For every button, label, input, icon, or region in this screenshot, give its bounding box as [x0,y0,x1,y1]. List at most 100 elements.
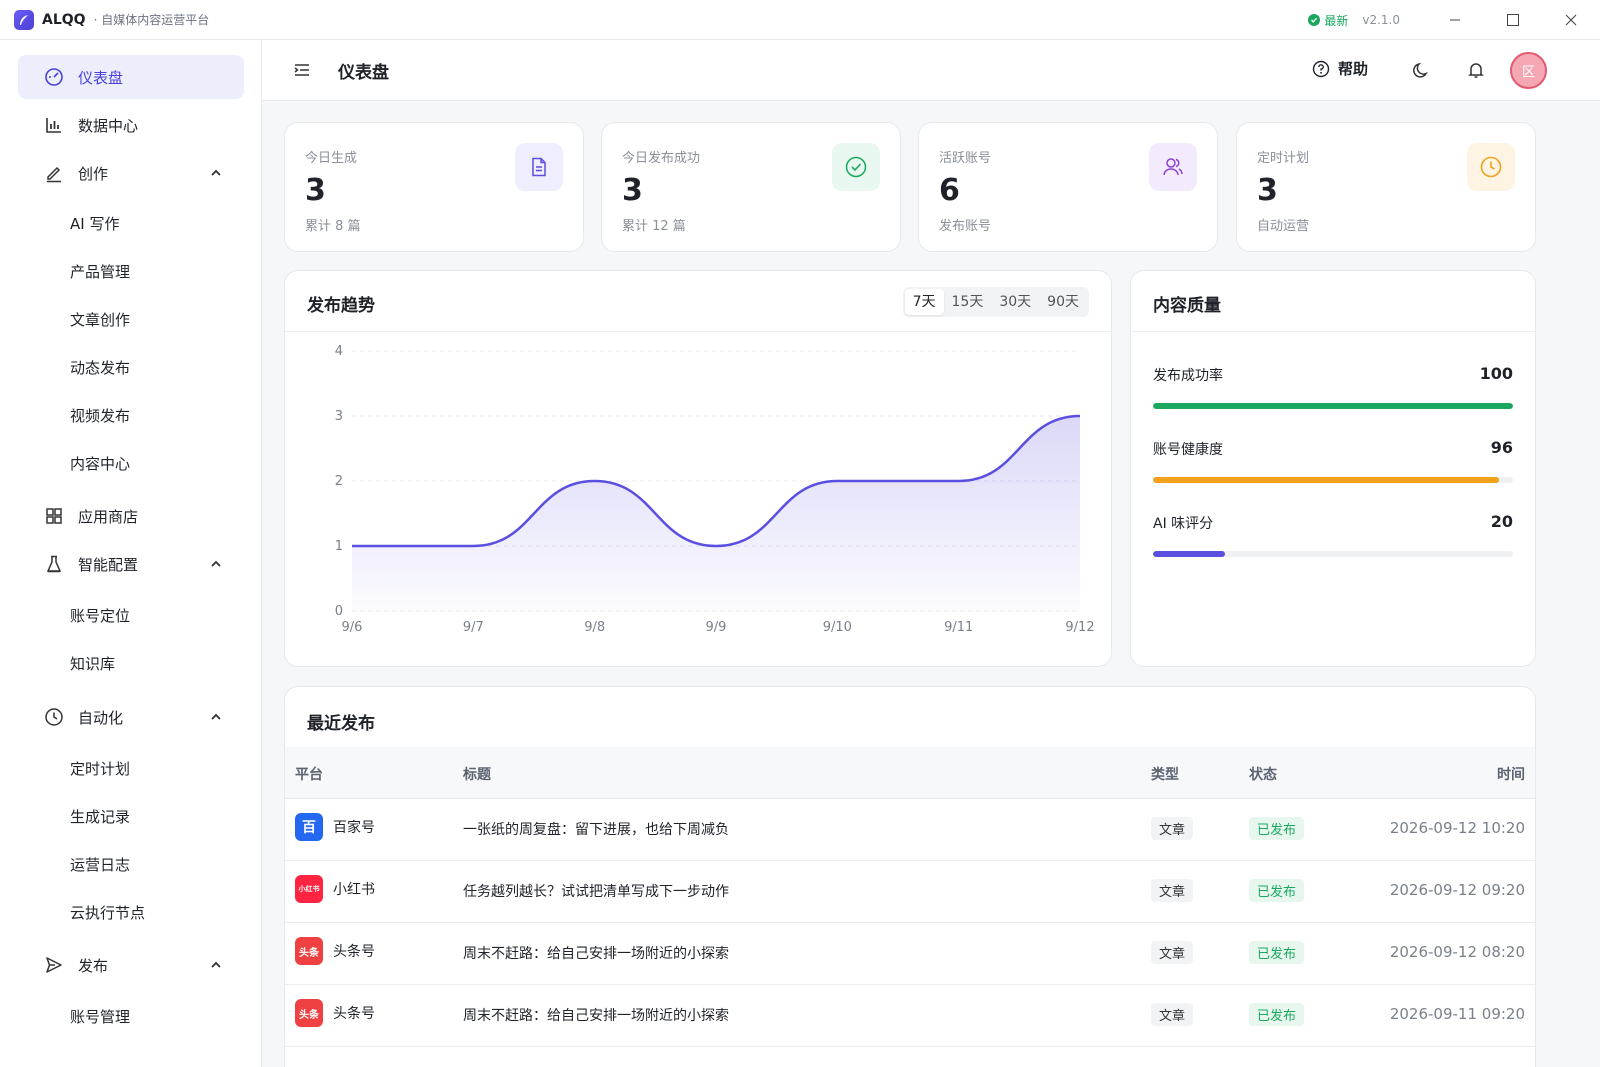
range-tab-15d[interactable]: 15天 [944,289,992,315]
stat-label: 定时计划 [1257,151,1310,166]
update-status: 最新 [1308,12,1348,29]
sidebar-item-smart-config[interactable]: 智能配置 [18,542,244,586]
check-icon [1308,14,1321,26]
table-row[interactable]: 小红书 小红书 任务越列越长？试试把清单写成下一步动作 文章 已发布 2026-… [285,861,1535,923]
sidebar-item-app-store[interactable]: 应用商店 [18,494,244,538]
moon-icon[interactable] [1412,60,1432,80]
sidebar-item-data-center[interactable]: 数据中心 [18,103,244,147]
platform-name: 头条号 [333,1006,375,1022]
pen-icon [44,163,64,183]
sidebar-item-dashboard[interactable]: 仪表盘 [18,55,244,99]
app-subtitle: · 自媒体内容运营平台 [93,13,210,27]
range-tabs: 7天 15天 30天 90天 [902,287,1089,317]
menu-fold-icon[interactable] [292,60,312,80]
column-header-platform[interactable]: 平台 [295,764,323,784]
app-name: ALQQ [42,11,86,28]
sidebar-item-post-publish[interactable]: 动态发布 [70,356,130,380]
trend-area [352,416,1080,611]
flask-icon [44,554,64,574]
y-tick-label: 4 [335,344,343,359]
stat-card-today-published: 今日发布成功 3 累计 12 篇 [601,122,901,252]
x-tick-label: 9/12 [1065,620,1094,635]
close-button[interactable] [1542,0,1600,40]
x-tick-label: 9/10 [823,620,852,635]
sidebar-item-content-center[interactable]: 内容中心 [70,452,130,476]
stat-card-active-accounts: 活跃账号 6 发布账号 [918,122,1218,252]
range-tab-90d[interactable]: 90天 [1039,289,1087,315]
publish-trend-card: 发布趋势 7天 15天 30天 90天 0 1 2 3 4 9/6 9/7 9/8 9/9 9/1… [284,270,1112,667]
platform-cell: 头条 头条号 [295,937,375,965]
column-header-type[interactable]: 类型 [1151,764,1179,784]
page-header: 仪表盘 帮助 区 [262,40,1600,101]
toutiao-logo-icon: 头条 [295,937,323,965]
platform-name: 百家号 [333,820,375,836]
sidebar-item-account-management[interactable]: 账号管理 [70,1005,130,1029]
sidebar: 仪表盘 数据中心 创作 AI 写作 产品管理 文章创作 动态发布 视频发布 内容… [0,40,262,1067]
quality-value: 20 [1490,512,1513,531]
chevron-up-icon [211,713,221,720]
sidebar-item-ai-writing[interactable]: AI 写作 [70,212,119,236]
x-tick-label: 9/7 [463,620,484,635]
range-tab-7d[interactable]: 7天 [904,289,944,315]
quality-value: 100 [1479,364,1513,383]
sidebar-item-scheduled-plan[interactable]: 定时计划 [70,757,130,781]
clock-icon [44,707,64,727]
publish-time: 2026-09-12 08:20 [1389,943,1525,961]
sidebar-item-label: 应用商店 [78,507,139,526]
users-icon [1149,143,1197,191]
table-row[interactable]: 头条 头条号 周末不赶路：给自己安排一场附近的小探索 文章 已发布 2026-0… [285,923,1535,985]
column-header-time[interactable]: 时间 [1497,764,1525,784]
check-circle-icon [832,143,880,191]
progress-track [1153,477,1513,483]
platform-cell: 百 百家号 [295,813,375,841]
minimize-button[interactable] [1426,0,1484,40]
bell-icon[interactable] [1466,60,1486,80]
maximize-button[interactable] [1484,0,1542,40]
sidebar-item-knowledge-base[interactable]: 知识库 [70,652,115,676]
card-title: 内容质量 [1153,296,1221,316]
publish-time: 2026-09-11 09:20 [1389,1005,1525,1023]
platform-cell: 头条 头条号 [295,999,375,1027]
card-title: 最近发布 [307,714,375,734]
progress-fill [1153,551,1225,557]
status-badge: 已发布 [1249,941,1305,964]
table-row[interactable]: 头条 头条号 周末不赶路：给自己安排一场附近的小探索 文章 已发布 2026-0… [285,985,1535,1047]
x-tick-label: 9/9 [706,620,727,635]
sidebar-item-publish[interactable]: 发布 [18,943,244,987]
document-icon [515,143,563,191]
sidebar-item-automation[interactable]: 自动化 [18,695,244,739]
sidebar-item-account-positioning[interactable]: 账号定位 [70,604,130,628]
xiaohongshu-logo-icon: 小红书 [295,875,323,903]
clock-icon [1467,143,1515,191]
sidebar-item-generation-records[interactable]: 生成记录 [70,805,130,829]
sidebar-item-video-publish[interactable]: 视频发布 [70,404,130,428]
quality-value: 96 [1490,438,1513,457]
avatar[interactable]: 区 [1510,52,1547,89]
stat-sub: 发布账号 [939,219,992,234]
table-row[interactable]: 百 百家号 一张纸的周复盘：留下进展，也给下周减负 文章 已发布 2026-09… [285,799,1535,861]
article-title: 一张纸的周复盘：留下进展，也给下周减负 [463,822,729,838]
y-tick-label: 1 [335,539,343,554]
status-badge: 已发布 [1249,879,1305,902]
stat-value: 3 [305,173,326,208]
quality-label: 发布成功率 [1153,368,1223,384]
column-header-status[interactable]: 状态 [1249,764,1277,784]
stat-label: 今日发布成功 [622,151,701,166]
sidebar-item-cloud-nodes[interactable]: 云执行节点 [70,901,145,925]
sidebar-item-article-creation[interactable]: 文章创作 [70,308,130,332]
send-icon [44,955,64,975]
sidebar-item-label: 自动化 [78,708,124,727]
grid-icon [44,506,64,526]
sidebar-item-create[interactable]: 创作 [18,151,244,195]
help-icon [1312,60,1330,77]
quality-label: 账号健康度 [1153,442,1223,458]
stat-sub: 累计 12 篇 [622,219,686,234]
help-button[interactable]: 帮助 [1312,58,1368,79]
range-tab-30d[interactable]: 30天 [991,289,1039,315]
x-tick-label: 9/6 [342,620,363,635]
page-title: 仪表盘 [338,63,389,83]
sidebar-item-operation-log[interactable]: 运营日志 [70,853,130,877]
sidebar-item-product-management[interactable]: 产品管理 [70,260,130,284]
column-header-title[interactable]: 标题 [463,764,491,784]
x-tick-label: 9/8 [584,620,605,635]
